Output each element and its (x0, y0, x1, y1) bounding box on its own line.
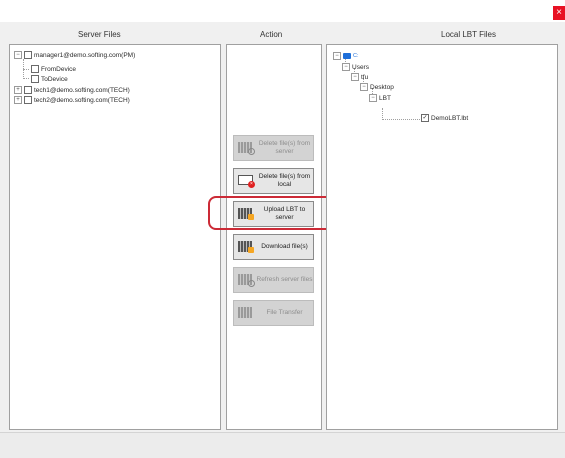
tree-item-manager1[interactable]: − manager1@demo.softing.com(PM) (14, 50, 135, 60)
tree-item-label: tech2@demo.softing.com(TECH) (34, 96, 130, 104)
checkbox[interactable] (24, 96, 32, 104)
collapse-icon[interactable]: − (360, 83, 368, 91)
tree-item-todevice[interactable]: ToDevice (31, 74, 68, 84)
tree-item-label: ToDevice (41, 75, 68, 83)
tree-item-label: C: (353, 53, 359, 59)
tree-item-tech1[interactable]: + tech1@demo.softing.com(TECH) (14, 85, 130, 95)
tree-item-label: Desktop (370, 83, 394, 91)
tree-item-label: manager1@demo.softing.com(PM) (34, 51, 136, 59)
collapse-icon[interactable]: − (333, 52, 341, 60)
checkbox[interactable] (24, 51, 32, 59)
tree-item-demolbt[interactable]: ✓ DemoLBT.lbt (421, 113, 468, 123)
tree-item-desktop[interactable]: − Desktop (360, 82, 394, 92)
server-files-panel[interactable]: − manager1@demo.softing.com(PM) FromDevi… (9, 44, 221, 430)
server-files-header: Server Files (78, 30, 121, 39)
action-header: Action (260, 30, 283, 39)
local-delete-icon: × (238, 174, 256, 188)
highlight-box (208, 196, 345, 230)
refresh-icon (238, 273, 256, 287)
title-bar (0, 0, 565, 22)
tree-item-label: Users (352, 63, 369, 71)
tree-item-label: tech1@demo.softing.com(TECH) (34, 86, 130, 94)
local-files-panel[interactable]: − C: − Users − tfu − Desktop − LBT ✓ Dem… (326, 44, 558, 430)
checkbox[interactable] (24, 86, 32, 94)
tree-item-label: LBT (379, 94, 391, 102)
expand-icon[interactable]: + (14, 86, 22, 94)
tree-item-fromdevice[interactable]: FromDevice (31, 64, 76, 74)
expand-icon[interactable]: + (14, 96, 22, 104)
transfer-icon (238, 306, 256, 320)
checkbox[interactable] (31, 75, 39, 83)
download-icon (238, 240, 256, 254)
collapse-icon[interactable]: − (14, 51, 22, 59)
collapse-icon[interactable]: − (342, 63, 350, 71)
drive-icon (343, 53, 351, 59)
status-bar (0, 432, 565, 458)
tree-item-label: DemoLBT.lbt (431, 114, 469, 122)
refresh-server-files-button[interactable]: Refresh server files (233, 267, 314, 293)
local-files-header: Local LBT Files (441, 30, 496, 39)
tree-item-label: tfu (361, 73, 369, 81)
collapse-icon[interactable]: − (351, 73, 359, 81)
tree-item-drive-c[interactable]: − C: (333, 51, 359, 61)
download-files-button[interactable]: Download file(s) (233, 234, 314, 260)
tree-item-users[interactable]: − Users (342, 62, 369, 72)
delete-from-server-button[interactable]: Delete file(s) from server (233, 135, 314, 161)
tree-item-lbt[interactable]: − LBT (369, 93, 391, 103)
file-manager-window: × Server Files Action Local LBT Files − … (0, 0, 565, 458)
file-transfer-button[interactable]: File Transfer (233, 300, 314, 326)
close-button[interactable]: × (553, 6, 565, 20)
tree-item-label: FromDevice (41, 65, 77, 73)
delete-from-local-button[interactable]: × Delete file(s) from local (233, 168, 314, 194)
checkbox[interactable] (31, 65, 39, 73)
collapse-icon[interactable]: − (369, 94, 377, 102)
server-delete-icon (238, 141, 256, 155)
checked-checkbox[interactable]: ✓ (421, 114, 429, 122)
tree-item-tech2[interactable]: + tech2@demo.softing.com(TECH) (14, 95, 130, 105)
tree-item-tfu[interactable]: − tfu (351, 72, 368, 82)
